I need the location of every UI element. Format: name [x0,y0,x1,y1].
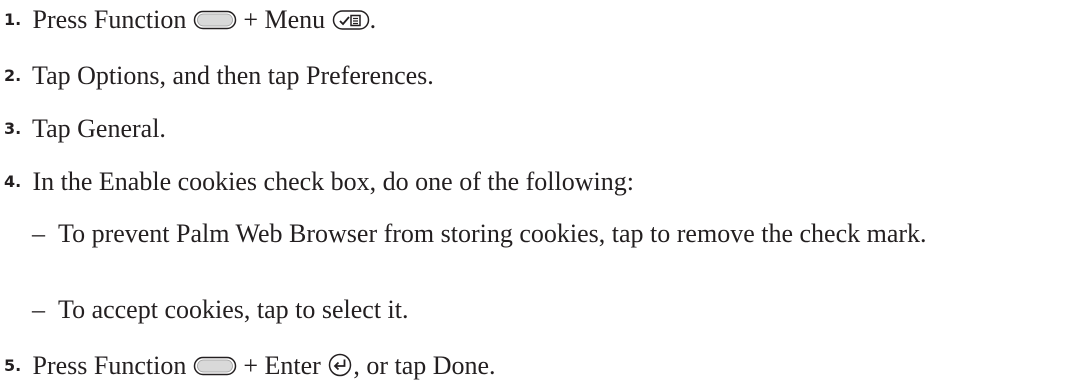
step-text: + Menu [243,5,326,34]
step-text: . [369,5,377,34]
step-number: 3. [4,119,22,138]
instruction-page: { "steps": [ { "number": "1.", "parts": … [0,0,1075,392]
step-text: Press Function [32,5,187,34]
step-number: 4. [4,172,22,191]
step-5: 5. Press Function + Enter , or tap Done. [0,351,496,385]
step-2: 2. Tap Options, and then tap Preferences… [0,61,434,91]
enter-icon [327,352,353,385]
step-3: 3. Tap General. [0,114,166,144]
substep-1: – To prevent Palm Web Browser from stori… [0,219,1075,283]
substep-text: To prevent Palm Web Browser from storing… [58,219,927,248]
menu-button-icon [332,8,370,39]
step-1: 1. Press Function + Menu . [0,5,376,39]
step-text: Press Function [32,351,187,380]
step-text: In the Enable cookies check box, do one … [32,167,634,196]
step-number: 1. [4,10,22,29]
step-text: Tap General. [32,114,166,143]
function-button-icon [193,8,237,39]
substep-marker: – [32,219,45,248]
substep-text: To accept cookies, tap to select it. [58,295,409,324]
step-number: 5. [4,356,22,375]
step-text: + Enter [243,351,321,380]
substep-marker: – [32,295,45,324]
substep-2: – To accept cookies, tap to select it. [0,295,1075,327]
step-4: 4. In the Enable cookies check box, do o… [0,167,634,197]
step-text: Tap Options, and then tap Preferences. [32,61,434,90]
step-text: , or tap Done. [353,351,496,380]
function-button-icon [193,354,237,385]
step-number: 2. [4,66,22,85]
